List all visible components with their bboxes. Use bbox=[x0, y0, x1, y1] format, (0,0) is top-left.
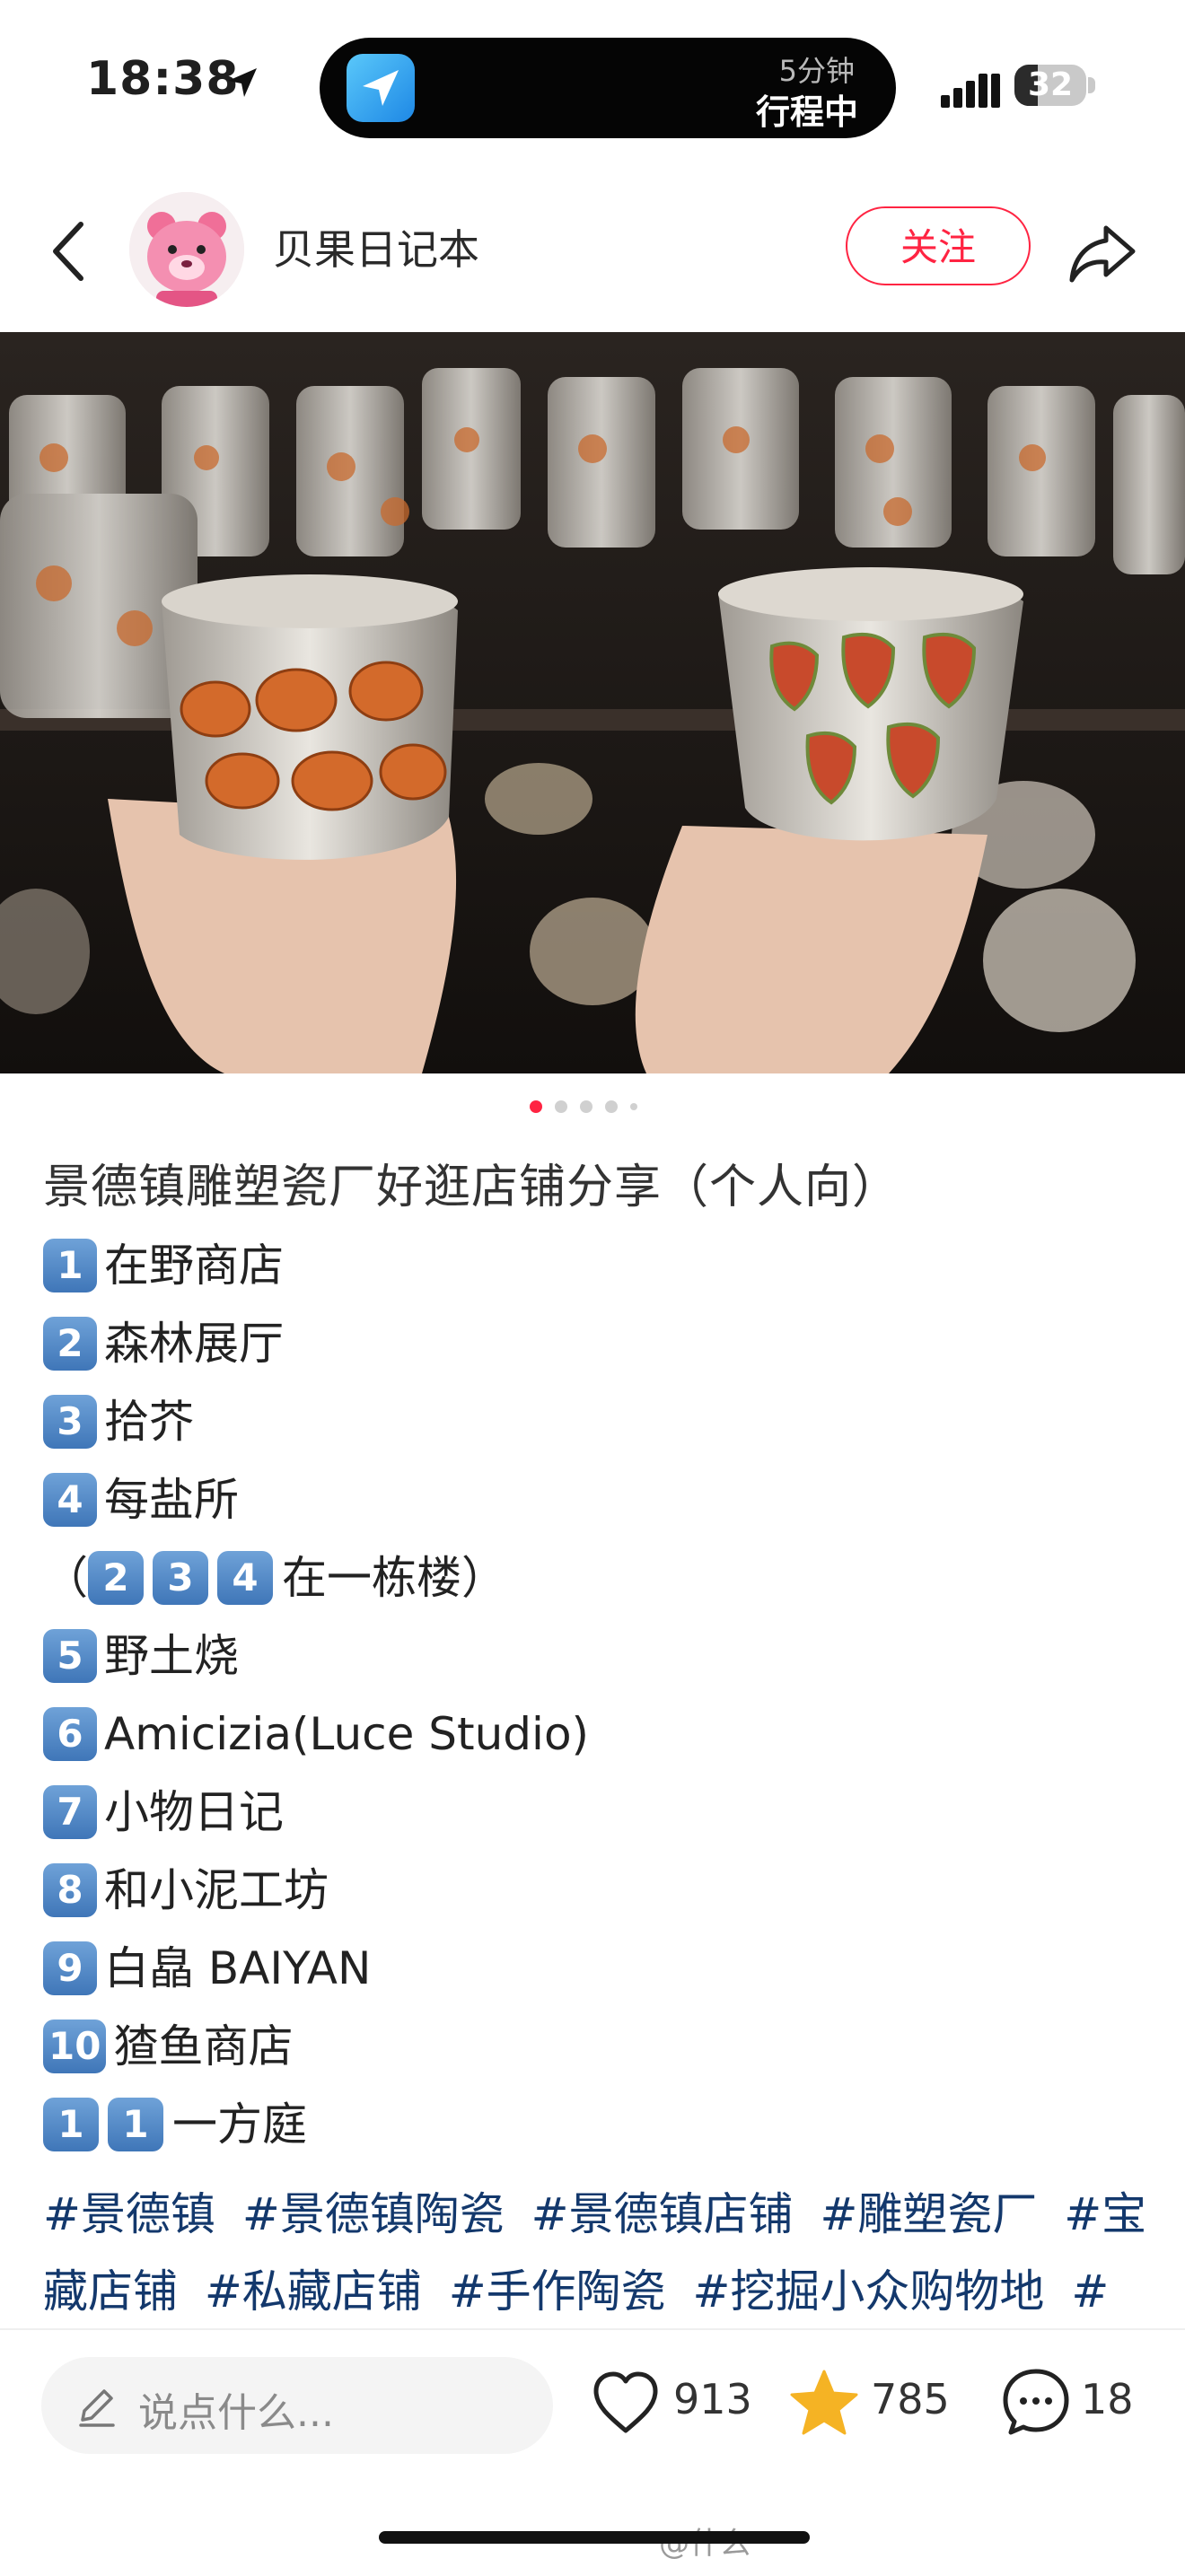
list-item: 4 每盐所 bbox=[43, 1473, 1147, 1551]
number-keycap-icon: 6 bbox=[43, 1707, 97, 1761]
comment-icon[interactable] bbox=[1000, 2366, 1072, 2438]
list-item: 5 野土烧 bbox=[43, 1629, 1147, 1707]
shop-name: 野土烧 bbox=[104, 1630, 239, 1682]
hashtag-link[interactable]: #景德镇陶瓷 bbox=[242, 2188, 505, 2240]
list-item: 8 和小泥工坊 bbox=[43, 1863, 1147, 1941]
hashtag-link[interactable]: #景德镇 bbox=[43, 2188, 215, 2240]
number-keycap-icon: 10 bbox=[43, 2020, 107, 2073]
island-status: 行程中 bbox=[755, 92, 858, 132]
list-item: 10 猹鱼商店 bbox=[43, 2020, 1147, 2098]
shop-name: 每盐所 bbox=[104, 1474, 239, 1526]
list-item: 1 1 一方庭 bbox=[43, 2098, 1147, 2176]
number-keycap-icon: 2 bbox=[43, 1317, 97, 1371]
list-item: 1 在野商店 bbox=[43, 1239, 1147, 1317]
carousel-dot bbox=[605, 1100, 618, 1113]
ceramic-cups-photo bbox=[0, 332, 1185, 1073]
back-icon[interactable] bbox=[43, 215, 97, 287]
number-keycap-icon: 1 bbox=[43, 1239, 97, 1292]
hashtag-link[interactable]: #私藏店铺 bbox=[205, 2265, 422, 2318]
battery-percent: 32 bbox=[1027, 66, 1074, 103]
list-item: 3 拾芥 bbox=[43, 1395, 1147, 1473]
number-keycap-icon: 1 bbox=[108, 2098, 163, 2151]
carousel-dot bbox=[580, 1100, 592, 1113]
follow-button[interactable]: 关注 bbox=[846, 206, 1031, 285]
carousel-dot bbox=[630, 1102, 637, 1110]
signal-icon bbox=[941, 74, 1000, 108]
carousel-indicator[interactable] bbox=[530, 1097, 650, 1118]
list-item-prefix: （ bbox=[43, 1552, 88, 1604]
post-header: 贝果日记本 关注 bbox=[0, 171, 1185, 332]
battery-tip bbox=[1088, 77, 1095, 93]
pencil-icon bbox=[79, 2389, 115, 2427]
list-item: （2 3 4 在一栋楼） bbox=[43, 1551, 1147, 1629]
number-keycap-icon: 8 bbox=[43, 1863, 97, 1917]
shop-name: 一方庭 bbox=[172, 2098, 307, 2151]
shop-name: 和小泥工坊 bbox=[104, 1864, 329, 1916]
shop-name: Amicizia(Luce Studio) bbox=[104, 1708, 590, 1760]
number-keycap-icon: 5 bbox=[43, 1629, 97, 1683]
list-item: 6 Amicizia(Luce Studio) bbox=[43, 1707, 1147, 1785]
number-keycap-icon: 7 bbox=[43, 1785, 97, 1839]
home-indicator[interactable] bbox=[379, 2531, 810, 2544]
number-keycap-icon: 4 bbox=[217, 1551, 273, 1605]
hashtag-link[interactable]: #景德镇店铺 bbox=[531, 2188, 794, 2240]
shop-name: 拾芥 bbox=[104, 1396, 194, 1448]
status-bar: 18:38 5分钟 行程中 32 bbox=[0, 0, 1185, 171]
shop-name: 小物日记 bbox=[104, 1786, 284, 1838]
list-item: 2 森林展厅 bbox=[43, 1317, 1147, 1395]
number-keycap-icon: 2 bbox=[88, 1551, 144, 1605]
carousel-dot bbox=[555, 1100, 567, 1113]
number-keycap-icon: 3 bbox=[43, 1395, 97, 1449]
status-time: 18:38 bbox=[86, 52, 240, 106]
shop-name: 猹鱼商店 bbox=[113, 2020, 294, 2072]
shop-name: 在一栋楼） bbox=[282, 1552, 506, 1604]
location-arrow-icon bbox=[228, 68, 257, 97]
share-icon[interactable] bbox=[1065, 215, 1140, 291]
shop-list: 1 在野商店 2 森林展厅 3 拾芥 4 每盐所（2 3 4 在一栋楼） 5 野土烧 6 Amicizia(… bbox=[43, 1239, 1147, 2176]
comment-input[interactable]: 说点什么... bbox=[41, 2357, 553, 2454]
number-keycap-icon: 9 bbox=[43, 1941, 97, 1995]
post-title: 景德镇雕塑瓷厂好逛店铺分享（个人向） bbox=[43, 1161, 900, 1214]
hashtag-link[interactable]: #手作陶瓷 bbox=[449, 2265, 666, 2318]
battery-icon: 32 bbox=[1014, 65, 1086, 106]
carousel-dot bbox=[530, 1100, 542, 1113]
star-icon[interactable] bbox=[788, 2366, 860, 2438]
dynamic-island[interactable]: 5分钟 行程中 bbox=[320, 38, 896, 138]
number-keycap-icon: 1 bbox=[43, 2098, 99, 2151]
favorite-count: 785 bbox=[871, 2375, 950, 2423]
author-name[interactable]: 贝果日记本 bbox=[273, 217, 479, 276]
like-count: 913 bbox=[673, 2375, 752, 2423]
shop-name: 森林展厅 bbox=[104, 1318, 284, 1370]
comment-count: 18 bbox=[1081, 2375, 1134, 2423]
list-item: 9 白皛 BAIYAN bbox=[43, 1941, 1147, 2020]
hashtag-link[interactable]: #挖掘小众购物地 bbox=[693, 2265, 1045, 2318]
shop-name: 在野商店 bbox=[104, 1240, 284, 1292]
heart-icon[interactable] bbox=[591, 2370, 661, 2438]
comment-placeholder: 说点什么... bbox=[138, 2390, 334, 2436]
maps-app-icon bbox=[347, 54, 415, 122]
post-photo[interactable] bbox=[0, 332, 1185, 1073]
hashtag-link[interactable]: #雕塑瓷厂 bbox=[820, 2188, 1037, 2240]
list-item: 7 小物日记 bbox=[43, 1785, 1147, 1863]
number-keycap-icon: 3 bbox=[153, 1551, 208, 1605]
avatar[interactable] bbox=[129, 192, 244, 307]
shop-name: 白皛 BAIYAN bbox=[104, 1942, 372, 1994]
number-keycap-icon: 4 bbox=[43, 1473, 97, 1527]
